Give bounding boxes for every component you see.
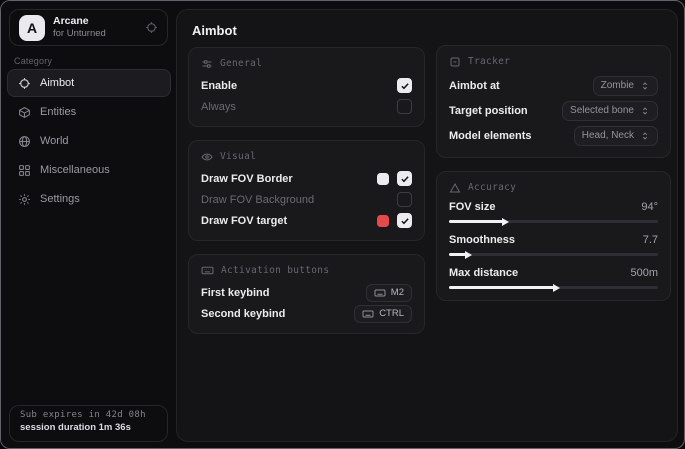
chevrons-up-down-icon xyxy=(640,131,650,141)
sidebar-item-label: Miscellaneous xyxy=(40,164,110,176)
draw-fov-border-checkbox[interactable] xyxy=(397,171,412,186)
max-distance-label: Max distance xyxy=(449,267,518,279)
target-position-label: Target position xyxy=(449,105,528,117)
triangle-icon xyxy=(449,182,461,194)
slider-thumb[interactable] xyxy=(502,218,509,226)
app-title: Arcane xyxy=(53,15,106,28)
grid-icon xyxy=(18,164,31,177)
accuracy-card: Accuracy FOV size 94° Smoothne xyxy=(436,171,671,301)
fov-size-value: 94° xyxy=(641,201,658,213)
always-checkbox[interactable] xyxy=(397,99,412,114)
app-logo: A xyxy=(19,15,45,41)
target-position-dropdown[interactable]: Selected bone xyxy=(562,101,658,121)
sidebar-item-entities[interactable]: Entities xyxy=(7,98,171,126)
subscription-info: Sub expires in 42d 08h session duration … xyxy=(9,405,168,442)
brand-card: A Arcane for Unturned xyxy=(9,9,168,46)
enable-checkbox[interactable] xyxy=(397,78,412,93)
card-title: General xyxy=(220,58,262,69)
first-keybind-label: First keybind xyxy=(201,287,269,299)
sidebar-item-miscellaneous[interactable]: Miscellaneous xyxy=(7,156,171,184)
aimbot-at-label: Aimbot at xyxy=(449,80,500,92)
scope-icon[interactable] xyxy=(145,21,158,34)
enable-label: Enable xyxy=(201,80,237,92)
visual-card: Visual Draw FOV Border Draw FOV Backgrou… xyxy=(188,140,425,241)
globe-icon xyxy=(18,135,31,148)
fov-size-control: FOV size 94° xyxy=(449,199,658,223)
smoothness-value: 7.7 xyxy=(643,234,658,246)
sidebar: A Arcane for Unturned Category Aimbot xyxy=(1,1,176,448)
sidebar-item-label: Settings xyxy=(40,193,80,205)
sidebar-item-world[interactable]: World xyxy=(7,127,171,155)
smoothness-label: Smoothness xyxy=(449,234,515,246)
sliders-icon xyxy=(201,58,213,70)
card-title: Accuracy xyxy=(468,182,516,193)
sidebar-item-label: Aimbot xyxy=(40,77,74,89)
chevrons-up-down-icon xyxy=(640,106,650,116)
fov-border-color-swatch[interactable] xyxy=(377,173,389,185)
slider-thumb[interactable] xyxy=(553,284,560,292)
keybind-value: CTRL xyxy=(379,308,404,319)
draw-fov-border-label: Draw FOV Border xyxy=(201,173,293,185)
gear-icon xyxy=(18,193,31,206)
cube-icon xyxy=(18,106,31,119)
chevrons-up-down-icon xyxy=(640,81,650,91)
fov-size-label: FOV size xyxy=(449,201,495,213)
session-duration-text: session duration 1m 36s xyxy=(20,422,157,433)
main-panel: Aimbot General Enable Always xyxy=(176,9,678,442)
fov-size-slider[interactable] xyxy=(449,220,658,223)
sidebar-item-aimbot[interactable]: Aimbot xyxy=(7,69,171,97)
keyboard-icon xyxy=(374,287,386,299)
sidebar-item-settings[interactable]: Settings xyxy=(7,185,171,213)
aimbot-at-dropdown[interactable]: Zombie xyxy=(593,76,658,96)
activation-card: Activation buttons First keybind M2 Seco… xyxy=(188,254,425,334)
first-keybind-button[interactable]: M2 xyxy=(366,284,412,302)
dropdown-value: Zombie xyxy=(601,80,634,91)
keybind-value: M2 xyxy=(391,287,404,298)
second-keybind-button[interactable]: CTRL xyxy=(354,305,412,323)
crosshair-icon xyxy=(18,77,31,90)
sidebar-item-label: World xyxy=(40,135,69,147)
category-label: Category xyxy=(14,56,52,66)
model-elements-label: Model elements xyxy=(449,130,532,142)
fov-target-color-swatch[interactable] xyxy=(377,215,389,227)
draw-fov-target-checkbox[interactable] xyxy=(397,213,412,228)
card-title: Tracker xyxy=(468,56,510,67)
general-card: General Enable Always xyxy=(188,47,425,127)
sub-expires-text: Sub expires in 42d 08h xyxy=(20,410,157,420)
slider-thumb[interactable] xyxy=(465,251,472,259)
right-column: Tracker Aimbot at Zombie Target position… xyxy=(436,45,671,314)
max-distance-value: 500m xyxy=(630,267,658,279)
smoothness-slider[interactable] xyxy=(449,253,658,256)
keyboard-icon xyxy=(201,264,214,277)
always-label: Always xyxy=(201,101,236,113)
smoothness-control: Smoothness 7.7 xyxy=(449,232,658,256)
draw-fov-background-label: Draw FOV Background xyxy=(201,194,314,206)
card-title: Visual xyxy=(220,151,256,162)
left-column: General Enable Always xyxy=(188,47,425,347)
card-title: Activation buttons xyxy=(221,265,329,276)
dropdown-value: Selected bone xyxy=(570,105,634,116)
page-title: Aimbot xyxy=(192,23,237,38)
logo-letter: A xyxy=(27,20,37,36)
sidebar-nav: Aimbot Entities World Miscellaneous xyxy=(7,69,171,213)
box-minus-icon xyxy=(449,56,461,68)
draw-fov-background-checkbox[interactable] xyxy=(397,192,412,207)
second-keybind-label: Second keybind xyxy=(201,308,285,320)
app-window: A Arcane for Unturned Category Aimbot xyxy=(0,0,685,449)
keyboard-icon xyxy=(362,308,374,320)
dropdown-value: Head, Neck xyxy=(582,130,634,141)
tracker-card: Tracker Aimbot at Zombie Target position… xyxy=(436,45,671,158)
max-distance-control: Max distance 500m xyxy=(449,265,658,289)
max-distance-slider[interactable] xyxy=(449,286,658,289)
draw-fov-target-label: Draw FOV target xyxy=(201,215,287,227)
model-elements-dropdown[interactable]: Head, Neck xyxy=(574,126,658,146)
eye-icon xyxy=(201,151,213,163)
sidebar-item-label: Entities xyxy=(40,106,76,118)
app-subtitle: for Unturned xyxy=(53,28,106,40)
